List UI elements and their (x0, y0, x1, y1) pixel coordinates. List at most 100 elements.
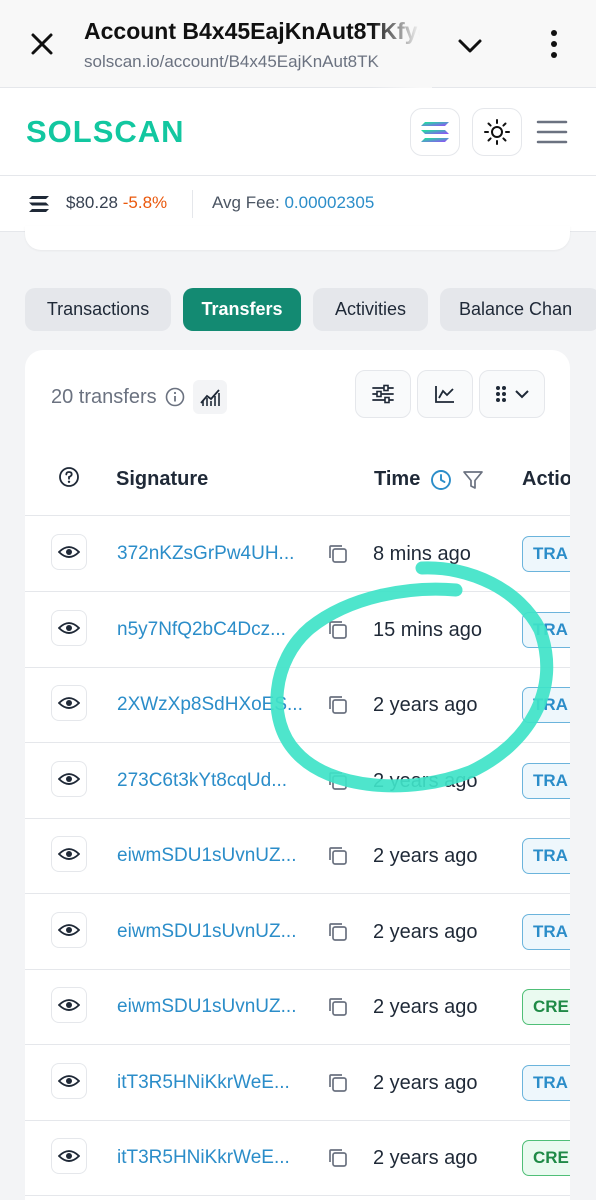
grid-dots-icon (496, 386, 506, 402)
row-time: 2 years ago (373, 845, 478, 867)
table-row: 2XWzXp8SdHXoES... 2 years ago TRA (25, 668, 570, 743)
copy-icon[interactable] (327, 619, 349, 641)
clock-icon[interactable] (430, 469, 452, 491)
view-details-button[interactable] (51, 760, 87, 797)
signature-link[interactable]: itT3R5HNiKkrWeE... (117, 1147, 317, 1169)
row-time: 2 years ago (373, 1071, 478, 1094)
info-icon[interactable] (165, 387, 185, 407)
copy-icon[interactable] (327, 543, 349, 565)
filter-icon[interactable] (462, 469, 484, 491)
tab-activities[interactable]: Activities (313, 288, 428, 331)
signature-link[interactable]: 2XWzXp8SdHXoES... (117, 694, 317, 716)
action-badge: TRA (522, 1064, 570, 1101)
copy-icon[interactable] (327, 921, 349, 943)
row-time: 2 years ago (373, 694, 478, 716)
table-row: 372nKZsGrPw4UH... 8 mins ago TRA (25, 517, 570, 592)
copy-icon[interactable] (327, 845, 349, 867)
help-icon[interactable] (58, 466, 80, 488)
tab-transactions[interactable]: Transactions (25, 288, 171, 331)
view-details-button[interactable] (51, 911, 87, 948)
analytics-icon[interactable] (192, 380, 227, 414)
more-options-icon[interactable] (540, 26, 568, 62)
menu-icon[interactable] (536, 118, 568, 146)
signature-link[interactable]: itT3R5HNiKkrWeE... (117, 1072, 317, 1094)
signature-link[interactable]: eiwmSDU1sUvnUZ... (117, 921, 317, 943)
signature-link[interactable]: n5y7NfQ2bC4Dcz... (117, 619, 317, 641)
table-row: eiwmSDU1sUvnUZ... 2 years ago TRA (25, 819, 570, 894)
sol-price: $80.28 -5.8% (66, 193, 168, 212)
action-badge: TRA (522, 762, 570, 799)
signature-link[interactable]: 372nKZsGrPw4UH... (117, 543, 317, 565)
column-action: Actio (522, 468, 570, 490)
signature-link[interactable]: 273C6t3kYt8cqUd... (117, 770, 317, 792)
action-badge: TRA (522, 838, 570, 874)
table-row: eiwmSDU1sUvnUZ... 2 years ago TRA (25, 895, 570, 970)
row-time: 8 mins ago (373, 543, 471, 565)
tab-balance-changes[interactable]: Balance Chan (440, 288, 596, 331)
view-details-button[interactable] (51, 836, 87, 872)
tab-transfers[interactable]: Transfers (183, 288, 301, 331)
view-details-button[interactable] (51, 609, 87, 646)
eye-icon (58, 1073, 80, 1089)
eye-icon (58, 544, 80, 560)
sliders-icon (372, 384, 394, 404)
avg-fee-value: 0.00002305 (284, 193, 375, 212)
price-change: -5.8% (122, 193, 168, 212)
table-row: itT3R5HNiKkrWeE... 2 years ago CRE (25, 1121, 570, 1196)
chevron-down-icon (515, 390, 529, 399)
view-details-button[interactable] (51, 534, 87, 570)
action-badge: CRE (522, 1140, 570, 1176)
eye-icon (58, 922, 80, 938)
action-badge: TRA (522, 687, 570, 723)
line-chart-icon (435, 386, 454, 403)
table-row: 273C6t3kYt8cqUd... 2 years ago TRA (25, 744, 570, 819)
view-details-button[interactable] (51, 1138, 87, 1174)
copy-icon[interactable] (327, 1072, 349, 1094)
columns-menu-button[interactable] (479, 370, 545, 418)
sun-icon (484, 119, 510, 145)
solana-icon (421, 122, 449, 142)
solana-icon (29, 196, 49, 212)
signature-link[interactable]: eiwmSDU1sUvnUZ... (117, 996, 317, 1018)
close-icon[interactable] (26, 28, 58, 60)
row-time: 15 mins ago (373, 618, 482, 641)
view-details-button[interactable] (51, 1062, 87, 1099)
chart-view-button[interactable] (417, 370, 473, 418)
copy-icon[interactable] (327, 770, 349, 792)
filter-settings-button[interactable] (355, 370, 411, 418)
row-time: 2 years ago (373, 920, 478, 943)
row-time: 2 years ago (373, 769, 478, 792)
eye-icon (58, 695, 80, 711)
table-row: eiwmSDU1sUvnUZ... 2 years ago CRE (25, 970, 570, 1045)
view-details-button[interactable] (51, 685, 87, 721)
action-badge: TRA (522, 913, 570, 950)
eye-icon (58, 620, 80, 636)
row-time: 2 years ago (373, 1147, 478, 1169)
browser-bar: Account B4x45EajKnAut8TKfyc solscan.io/a… (0, 0, 596, 88)
copy-icon[interactable] (327, 694, 349, 716)
theme-toggle-button[interactable] (472, 108, 522, 156)
row-time: 2 years ago (373, 996, 478, 1018)
solscan-logo[interactable]: SOLSCAN (26, 114, 185, 150)
column-signature: Signature (116, 468, 209, 490)
action-badge: CRE (522, 989, 570, 1025)
price-bar: $80.28 -5.8% Avg Fee: 0.00002305 (0, 176, 596, 232)
table-row: n5y7NfQ2bC4Dcz... 15 mins ago TRA (25, 593, 570, 668)
eye-icon (58, 771, 80, 787)
account-tabs: Transactions Transfers Activities Balanc… (0, 288, 596, 332)
eye-icon (58, 1148, 80, 1164)
copy-icon[interactable] (327, 996, 349, 1018)
column-time: Time (374, 468, 484, 491)
site-header: SOLSCAN (0, 88, 596, 176)
eye-icon (58, 846, 80, 862)
avg-fee: Avg Fee: 0.00002305 (212, 193, 375, 212)
action-badge: TRA (522, 536, 570, 572)
action-badge: TRA (522, 611, 570, 648)
chevron-down-icon[interactable] (454, 30, 486, 62)
solana-network-button[interactable] (410, 108, 460, 156)
copy-icon[interactable] (327, 1147, 349, 1169)
signature-link[interactable]: eiwmSDU1sUvnUZ... (117, 845, 317, 867)
view-details-button[interactable] (51, 987, 87, 1023)
transfers-card: 20 transfers Signature Time Actio 372nKZ… (25, 350, 570, 1200)
transfer-count: 20 transfers (51, 380, 227, 414)
